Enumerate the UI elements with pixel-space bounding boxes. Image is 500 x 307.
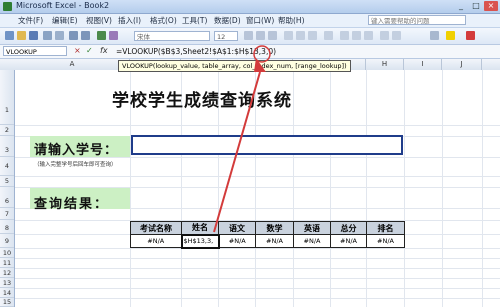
prompt-hint: （输入完整学号后回车即可查询）	[34, 162, 117, 168]
column-header-h[interactable]: H	[366, 59, 404, 70]
print-icon[interactable]	[43, 31, 52, 40]
row-header[interactable]: 2	[0, 125, 14, 136]
new-icon[interactable]	[5, 31, 14, 40]
font-select[interactable]: 宋体	[134, 31, 210, 41]
table-header-cell[interactable]: 姓名	[181, 221, 219, 235]
row-header[interactable]: 7	[0, 208, 14, 220]
align-center-icon[interactable]	[296, 31, 305, 40]
column-header-a[interactable]: A	[15, 59, 130, 70]
results-table: 考试名称 姓名 语文 数学 英语 总分 排名 #N/A $H$13,3, #N/…	[130, 221, 405, 249]
italic-icon[interactable]	[256, 31, 265, 40]
row-header[interactable]: 8	[0, 220, 14, 234]
table-header-cell[interactable]: 总分	[330, 221, 367, 235]
table-header-cell[interactable]: 语文	[218, 221, 256, 235]
decrease-indent-icon[interactable]	[380, 31, 389, 40]
row-headers: 1 2 3 4 5 6 7 8 9 10 11 12 13 14 15	[0, 70, 15, 307]
table-row: #N/A $H$13,3, #N/A #N/A #N/A #N/A #N/A	[130, 233, 405, 249]
currency-icon[interactable]	[340, 31, 349, 40]
formula-input[interactable]: =VLOOKUP($B$3,Sheet2!$A$1:$H$13,3,0)	[116, 47, 276, 56]
menu-data[interactable]: 数据(D)	[214, 15, 241, 26]
table-cell[interactable]: #N/A	[255, 234, 294, 248]
result-label: 查询结果：	[34, 197, 110, 212]
column-header-i[interactable]: I	[404, 59, 442, 70]
table-cell[interactable]: #N/A	[330, 234, 367, 248]
cancel-edit-button[interactable]: ×	[74, 46, 81, 55]
save-icon[interactable]	[29, 31, 38, 40]
toolbar: 宋体 12	[0, 28, 500, 45]
name-box[interactable]: VLOOKUP	[3, 46, 67, 56]
menu-edit[interactable]: 编辑(E)	[52, 15, 78, 26]
active-edit-cell[interactable]: $H$13,3,	[180, 233, 220, 249]
merge-center-icon[interactable]	[324, 31, 333, 40]
table-header-cell[interactable]: 数学	[255, 221, 294, 235]
row-header[interactable]: 4	[0, 157, 14, 176]
window-title: Microsoft Excel - Book2	[16, 1, 110, 10]
insert-function-button[interactable]: fx	[100, 46, 108, 55]
open-icon[interactable]	[17, 31, 26, 40]
increase-indent-icon[interactable]	[392, 31, 401, 40]
fill-color-icon[interactable]	[446, 31, 455, 40]
sort-icon[interactable]	[109, 31, 118, 40]
table-header-cell[interactable]: 英语	[293, 221, 331, 235]
preview-icon[interactable]	[55, 31, 64, 40]
menu-help[interactable]: 帮助(H)	[278, 15, 305, 26]
row-header[interactable]: 5	[0, 176, 14, 187]
underline-icon[interactable]	[268, 31, 277, 40]
close-button[interactable]: ×	[484, 1, 498, 11]
align-right-icon[interactable]	[308, 31, 317, 40]
borders-icon[interactable]	[430, 31, 439, 40]
row-header[interactable]: 15	[0, 298, 14, 307]
confirm-edit-button[interactable]: ✓	[86, 46, 93, 55]
table-cell[interactable]: #N/A	[366, 234, 405, 248]
menu-tools[interactable]: 工具(T)	[182, 15, 207, 26]
sum-icon[interactable]	[97, 31, 106, 40]
table-cell[interactable]: #N/A	[218, 234, 256, 248]
formula-bar: VLOOKUP × ✓ fx =VLOOKUP($B$3,Sheet2!$A$1…	[0, 45, 500, 59]
row-header[interactable]: 6	[0, 187, 14, 208]
menu-insert[interactable]: 插入(I)	[118, 15, 141, 26]
table-header-cell[interactable]: 考试名称	[130, 221, 182, 235]
menu-bar: 文件(F) 编辑(E) 视图(V) 插入(I) 格式(O) 工具(T) 数据(D…	[0, 14, 500, 28]
font-color-icon[interactable]	[466, 31, 475, 40]
student-id-input[interactable]	[131, 135, 403, 155]
menu-file[interactable]: 文件(F)	[18, 15, 43, 26]
minimize-button[interactable]: _	[454, 1, 468, 11]
excel-app-icon	[3, 2, 12, 11]
menu-window[interactable]: 窗口(W)	[246, 15, 274, 26]
menu-view[interactable]: 视图(V)	[86, 15, 112, 26]
column-header-j[interactable]: J	[442, 59, 482, 70]
sheet-title: 学校学生成绩查询系统	[112, 91, 292, 111]
row-header[interactable]: 3	[0, 136, 14, 157]
undo-icon[interactable]	[69, 31, 78, 40]
help-search-input[interactable]: 键入需要帮助的问题	[368, 15, 466, 25]
font-size-select[interactable]: 12	[214, 31, 238, 41]
bold-icon[interactable]	[244, 31, 253, 40]
percent-icon[interactable]	[352, 31, 361, 40]
row-header[interactable]: 14	[0, 288, 14, 298]
table-cell[interactable]: #N/A	[130, 234, 182, 248]
table-header-cell[interactable]: 排名	[366, 221, 405, 235]
align-left-icon[interactable]	[284, 31, 293, 40]
comma-icon[interactable]	[364, 31, 373, 40]
title-bar: Microsoft Excel - Book2 _ □ ×	[0, 0, 500, 14]
row-header[interactable]: 11	[0, 258, 14, 268]
row-header[interactable]: 1	[0, 70, 14, 125]
row-header[interactable]: 10	[0, 248, 14, 258]
restore-button[interactable]: □	[469, 1, 483, 11]
row-header[interactable]: 9	[0, 234, 14, 248]
prompt-label: 请输入学号：	[34, 143, 119, 158]
table-cell[interactable]: #N/A	[293, 234, 331, 248]
row-header[interactable]: 13	[0, 278, 14, 288]
menu-format[interactable]: 格式(O)	[150, 15, 177, 26]
row-header[interactable]: 12	[0, 268, 14, 278]
table-header-row: 考试名称 姓名 语文 数学 英语 总分 排名	[130, 221, 405, 235]
redo-icon[interactable]	[81, 31, 90, 40]
function-tooltip: VLOOKUP(lookup_value, table_array, col_i…	[118, 60, 351, 72]
